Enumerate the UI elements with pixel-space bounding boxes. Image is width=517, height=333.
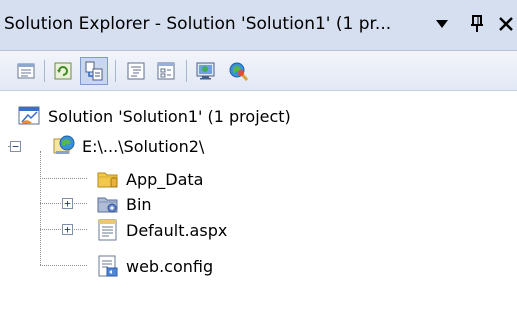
solution-tree: Solution 'Solution1' (1 project) − E:\..… (0, 91, 517, 333)
asp-net-configuration-icon (229, 62, 249, 81)
properties-icon (17, 63, 35, 79)
view-designer-button[interactable] (152, 57, 180, 85)
tree-node-web-config[interactable]: web.config (96, 253, 213, 279)
nest-related-files-icon (85, 61, 103, 81)
tree-connector-line (40, 178, 87, 179)
view-code-button[interactable] (122, 57, 150, 85)
copy-website-button[interactable] (193, 57, 221, 85)
toolbar-separator (44, 60, 45, 82)
tree-connector-line (40, 151, 41, 265)
tree-node-app-data[interactable]: App_Data (96, 166, 203, 192)
nest-related-files-button[interactable] (80, 57, 108, 85)
solution-icon (18, 106, 40, 125)
project-label: E:\...\Solution2\ (82, 136, 205, 156)
aspx-file-icon (98, 219, 117, 241)
tree-connector-line (40, 265, 87, 266)
tree-item-label: web.config (126, 256, 214, 276)
auto-hide-pin-button[interactable] (465, 10, 489, 38)
tree-item-label: Bin (126, 194, 152, 214)
window-title: Solution Explorer - Solution 'Solution1'… (4, 14, 392, 34)
close-icon (499, 17, 513, 31)
tree-node-solution[interactable]: Solution 'Solution1' (1 project) (18, 103, 291, 129)
default-aspx-expand-toggle[interactable]: + (62, 224, 73, 235)
tree-item-label: App_Data (126, 169, 204, 189)
chevron-down-icon (436, 20, 448, 28)
tree-node-bin[interactable]: Bin (96, 191, 152, 217)
folder-icon (97, 172, 118, 188)
view-code-icon (127, 62, 145, 80)
toolbar-separator (186, 60, 187, 82)
refresh-icon (54, 62, 72, 80)
copy-website-icon (196, 62, 215, 80)
tree-item-label: Default.aspx (126, 220, 228, 240)
window-position-dropdown-button[interactable] (430, 10, 454, 38)
bin-folder-icon (97, 197, 118, 213)
properties-button[interactable] (12, 57, 40, 85)
solution-label: Solution 'Solution1' (1 project) (48, 106, 291, 126)
tree-node-project[interactable]: E:\...\Solution2\ (52, 133, 204, 159)
close-button[interactable] (494, 10, 517, 38)
refresh-button[interactable] (49, 57, 77, 85)
solution-explorer-toolbar (0, 51, 517, 91)
pin-icon (471, 15, 483, 32)
website-icon (53, 135, 75, 154)
bin-expand-toggle[interactable]: + (62, 198, 73, 209)
view-designer-icon (157, 62, 175, 80)
toolbar-separator (115, 60, 116, 82)
project-collapse-toggle[interactable]: − (10, 141, 21, 152)
asp-net-configuration-button[interactable] (224, 57, 252, 85)
title-bar: Solution Explorer - Solution 'Solution1'… (0, 0, 517, 51)
tree-node-default-aspx[interactable]: Default.aspx (96, 217, 227, 243)
config-file-icon (98, 255, 118, 277)
